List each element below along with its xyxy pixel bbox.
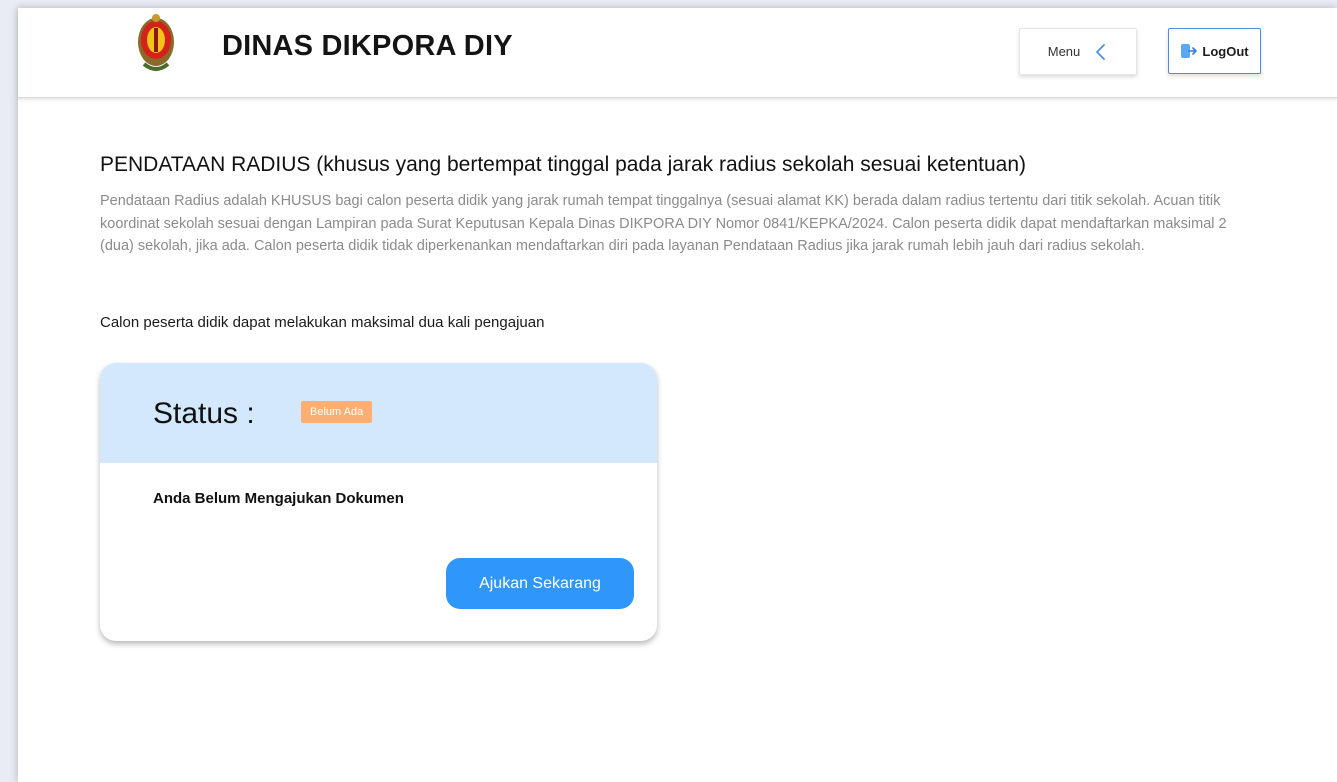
status-label: Status : xyxy=(153,397,255,430)
page-title: PENDATAAN RADIUS (khusus yang bertempat … xyxy=(100,153,1027,176)
status-badge: Belum Ada xyxy=(301,401,373,423)
dikpora-emblem-logo xyxy=(138,14,174,71)
menu-button-label: Menu xyxy=(1047,44,1081,59)
chevron-left-icon xyxy=(1096,43,1106,60)
logout-button[interactable]: LogOut xyxy=(1168,28,1261,74)
status-card: Status : Belum Ada Anda Belum Mengajukan… xyxy=(100,363,657,641)
menu-button[interactable]: Menu xyxy=(1019,28,1137,75)
submit-now-button[interactable]: Ajukan Sekarang xyxy=(446,558,634,609)
status-message: Anda Belum Mengajukan Dokumen xyxy=(153,490,404,507)
brand-title: DINAS DIKPORA DIY xyxy=(222,30,513,62)
logout-button-label: LogOut xyxy=(1202,43,1249,59)
top-header: DINAS DIKPORA DIY Menu LogOut xyxy=(18,8,1337,98)
status-card-header: Status : Belum Ada xyxy=(100,363,657,463)
logout-icon xyxy=(1181,44,1198,58)
app-window: DINAS DIKPORA DIY Menu LogOut PENDATAAN … xyxy=(18,8,1337,782)
page-description: Pendataan Radius adalah KHUSUS bagi calo… xyxy=(100,193,1227,254)
submission-limit-note: Calon peserta didik dapat melakukan maks… xyxy=(100,314,545,331)
